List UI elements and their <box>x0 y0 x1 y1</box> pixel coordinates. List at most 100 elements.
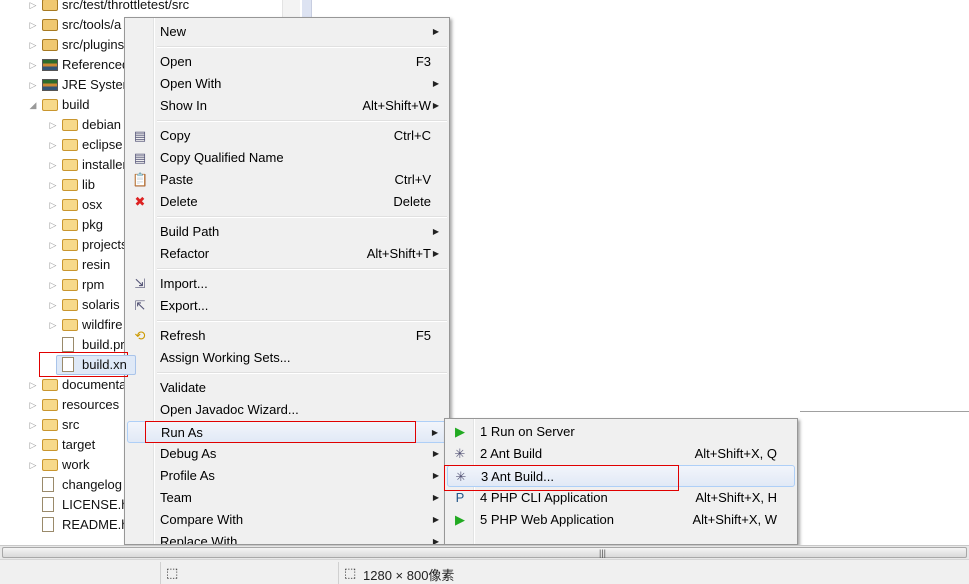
menu-item-debug-as[interactable]: Debug As ▶ <box>127 443 447 465</box>
menu-item-profile-as[interactable]: Profile As ▶ <box>127 465 447 487</box>
menu-item-label: Copy Qualified Name <box>160 150 284 165</box>
menu-item-shortcut: Ctrl+C <box>393 128 431 143</box>
menu-item-label: Replace With <box>160 534 238 545</box>
collapsed-arrow-icon[interactable]: ▷ <box>48 275 58 295</box>
submenu-arrow-icon: ▶ <box>432 493 439 502</box>
collapsed-arrow-icon[interactable]: ▷ <box>48 115 58 135</box>
menu-item-compare-with[interactable]: Compare With ▶ <box>127 509 447 531</box>
menu-item-replace-with[interactable]: Replace With ▶ <box>127 531 447 545</box>
menu-item-shortcut: Alt+Shift+X, Q <box>694 446 777 461</box>
menu-item-run-as[interactable]: Run As ▶ <box>127 421 447 443</box>
expanded-arrow-icon[interactable]: ◢ <box>28 95 38 115</box>
menu-item-label: 3 Ant Build... <box>481 469 554 484</box>
menu-item-3-ant-build[interactable]: ✳ 3 Ant Build... <box>447 465 795 487</box>
scrollbar-thumb[interactable]: ||| <box>2 547 967 558</box>
menu-item-copy[interactable]: ▤ Copy Ctrl+C <box>127 125 447 147</box>
collapsed-arrow-icon[interactable]: ▷ <box>48 155 58 175</box>
collapsed-arrow-icon[interactable]: ▷ <box>48 255 58 275</box>
tree-item-label: resources <box>62 397 120 412</box>
tree-item-label: debian <box>82 117 122 132</box>
tree-item-label: Referenced <box>62 57 130 72</box>
menu-item-copy-qualified-name[interactable]: ▤ Copy Qualified Name <box>127 147 447 169</box>
tree-item-label: projects <box>82 237 128 252</box>
menu-item-export[interactable]: ⇱ Export... <box>127 295 447 317</box>
collapsed-arrow-icon[interactable]: ▷ <box>28 435 38 455</box>
image-dimensions: 1280 × 800像素 <box>363 568 455 583</box>
refresh-icon: ⟲ <box>134 328 146 343</box>
menu-item-import[interactable]: ⇲ Import... <box>127 273 447 295</box>
collapsed-arrow-icon[interactable]: ▷ <box>48 215 58 235</box>
menu-item-new[interactable]: New ▶ <box>127 21 447 43</box>
menu-item-shortcut: F3 <box>415 54 431 69</box>
html-file-icon <box>42 497 54 512</box>
menu-item-5-php-web-application[interactable]: ▶ 5 PHP Web Application Alt+Shift+X, W <box>447 509 795 531</box>
folder-icon <box>42 379 58 391</box>
copy-icon: ▤ <box>133 128 147 143</box>
selection-icon: ⬚ <box>166 565 179 580</box>
menu-item-shortcut: Alt+Shift+T <box>366 246 431 261</box>
horizontal-scrollbar[interactable]: ||| <box>0 545 969 559</box>
menu-item-1-run-on-server[interactable]: ▶ 1 Run on Server <box>447 421 795 443</box>
tree-item-label: work <box>62 457 90 472</box>
menu-item-label: Team <box>160 490 192 505</box>
tree-item-label: rpm <box>82 277 105 292</box>
menu-item-open[interactable]: Open F3 <box>127 51 447 73</box>
tree-item[interactable]: build.xn <box>0 355 282 375</box>
collapsed-arrow-icon[interactable]: ▷ <box>48 315 58 335</box>
menu-item-open-with[interactable]: Open With ▶ <box>127 73 447 95</box>
menu-item-delete[interactable]: ✖ Delete Delete <box>127 191 447 213</box>
submenu-arrow-icon: ▶ <box>432 537 439 545</box>
menu-item-team[interactable]: Team ▶ <box>127 487 447 509</box>
folder-icon <box>62 219 78 231</box>
folder-icon <box>62 199 78 211</box>
menu-item-build-path[interactable]: Build Path ▶ <box>127 221 447 243</box>
folder-icon <box>42 99 58 111</box>
menu-item-validate[interactable]: Validate <box>127 377 447 399</box>
menu-item-2-ant-build[interactable]: ✳ 2 Ant Build Alt+Shift+X, Q <box>447 443 795 465</box>
ant-icon: ✳ <box>454 446 466 461</box>
submenu-arrow-icon: ▶ <box>432 79 439 88</box>
menu-item-refactor[interactable]: Refactor Alt+Shift+T ▶ <box>127 243 447 265</box>
collapsed-arrow-icon[interactable]: ▷ <box>28 395 38 415</box>
copy-qualified-name-icon: ▤ <box>133 150 147 165</box>
menu-separator <box>157 120 447 122</box>
collapsed-arrow-icon[interactable]: ▷ <box>28 455 38 475</box>
collapsed-arrow-icon[interactable]: ▷ <box>28 0 38 15</box>
tree-item[interactable]: ▷ src/test/throttletest/src <box>0 0 282 15</box>
collapsed-arrow-icon[interactable]: ▷ <box>48 235 58 255</box>
collapsed-arrow-icon[interactable]: ▷ <box>48 195 58 215</box>
collapsed-arrow-icon[interactable]: ▷ <box>28 35 38 55</box>
menu-separator <box>157 216 447 218</box>
collapsed-arrow-icon[interactable]: ▷ <box>28 75 38 95</box>
menu-item-label: Open Javadoc Wizard... <box>160 402 299 417</box>
collapsed-arrow-icon[interactable]: ▷ <box>48 295 58 315</box>
submenu-arrow-icon: ▶ <box>432 471 439 480</box>
menu-item-paste[interactable]: 📋 Paste Ctrl+V <box>127 169 447 191</box>
menu-item-show-in[interactable]: Show In Alt+Shift+W ▶ <box>127 95 447 117</box>
grip-icon: ||| <box>599 548 607 558</box>
status-bar: ⬚ ⬚ 1280 × 800像素 <box>0 559 969 584</box>
menu-item-refresh[interactable]: ⟲ Refresh F5 <box>127 325 447 347</box>
tree-item-label: installer <box>82 157 127 172</box>
menu-item-label: Open <box>160 54 192 69</box>
library-icon <box>42 79 58 91</box>
run-as-submenu: ▶ 1 Run on Server ✳ 2 Ant Build Alt+Shift+X,… <box>444 418 798 545</box>
collapsed-arrow-icon[interactable]: ▷ <box>48 175 58 195</box>
collapsed-arrow-icon[interactable]: ▷ <box>48 135 58 155</box>
submenu-arrow-icon: ▶ <box>432 227 439 236</box>
menu-item-4-php-cli-application[interactable]: P 4 PHP CLI Application Alt+Shift+X, H <box>447 487 795 509</box>
menu-item-open-javadoc-wizard[interactable]: Open Javadoc Wizard... <box>127 399 447 421</box>
submenu-arrow-icon: ▶ <box>432 27 439 36</box>
menu-item-shortcut: Alt+Shift+X, H <box>695 490 777 505</box>
menu-item-label: 4 PHP CLI Application <box>480 490 608 505</box>
tree-item-label: eclipse <box>82 137 123 152</box>
collapsed-arrow-icon[interactable]: ▷ <box>28 415 38 435</box>
collapsed-arrow-icon[interactable]: ▷ <box>28 55 38 75</box>
collapsed-arrow-icon[interactable]: ▷ <box>28 15 38 35</box>
delete-icon: ✖ <box>134 194 146 209</box>
tree-item-label: pkg <box>82 217 103 232</box>
collapsed-arrow-icon[interactable]: ▷ <box>28 375 38 395</box>
menu-item-label: Import... <box>160 276 208 291</box>
folder-icon <box>62 139 78 151</box>
folder-icon <box>62 159 78 171</box>
